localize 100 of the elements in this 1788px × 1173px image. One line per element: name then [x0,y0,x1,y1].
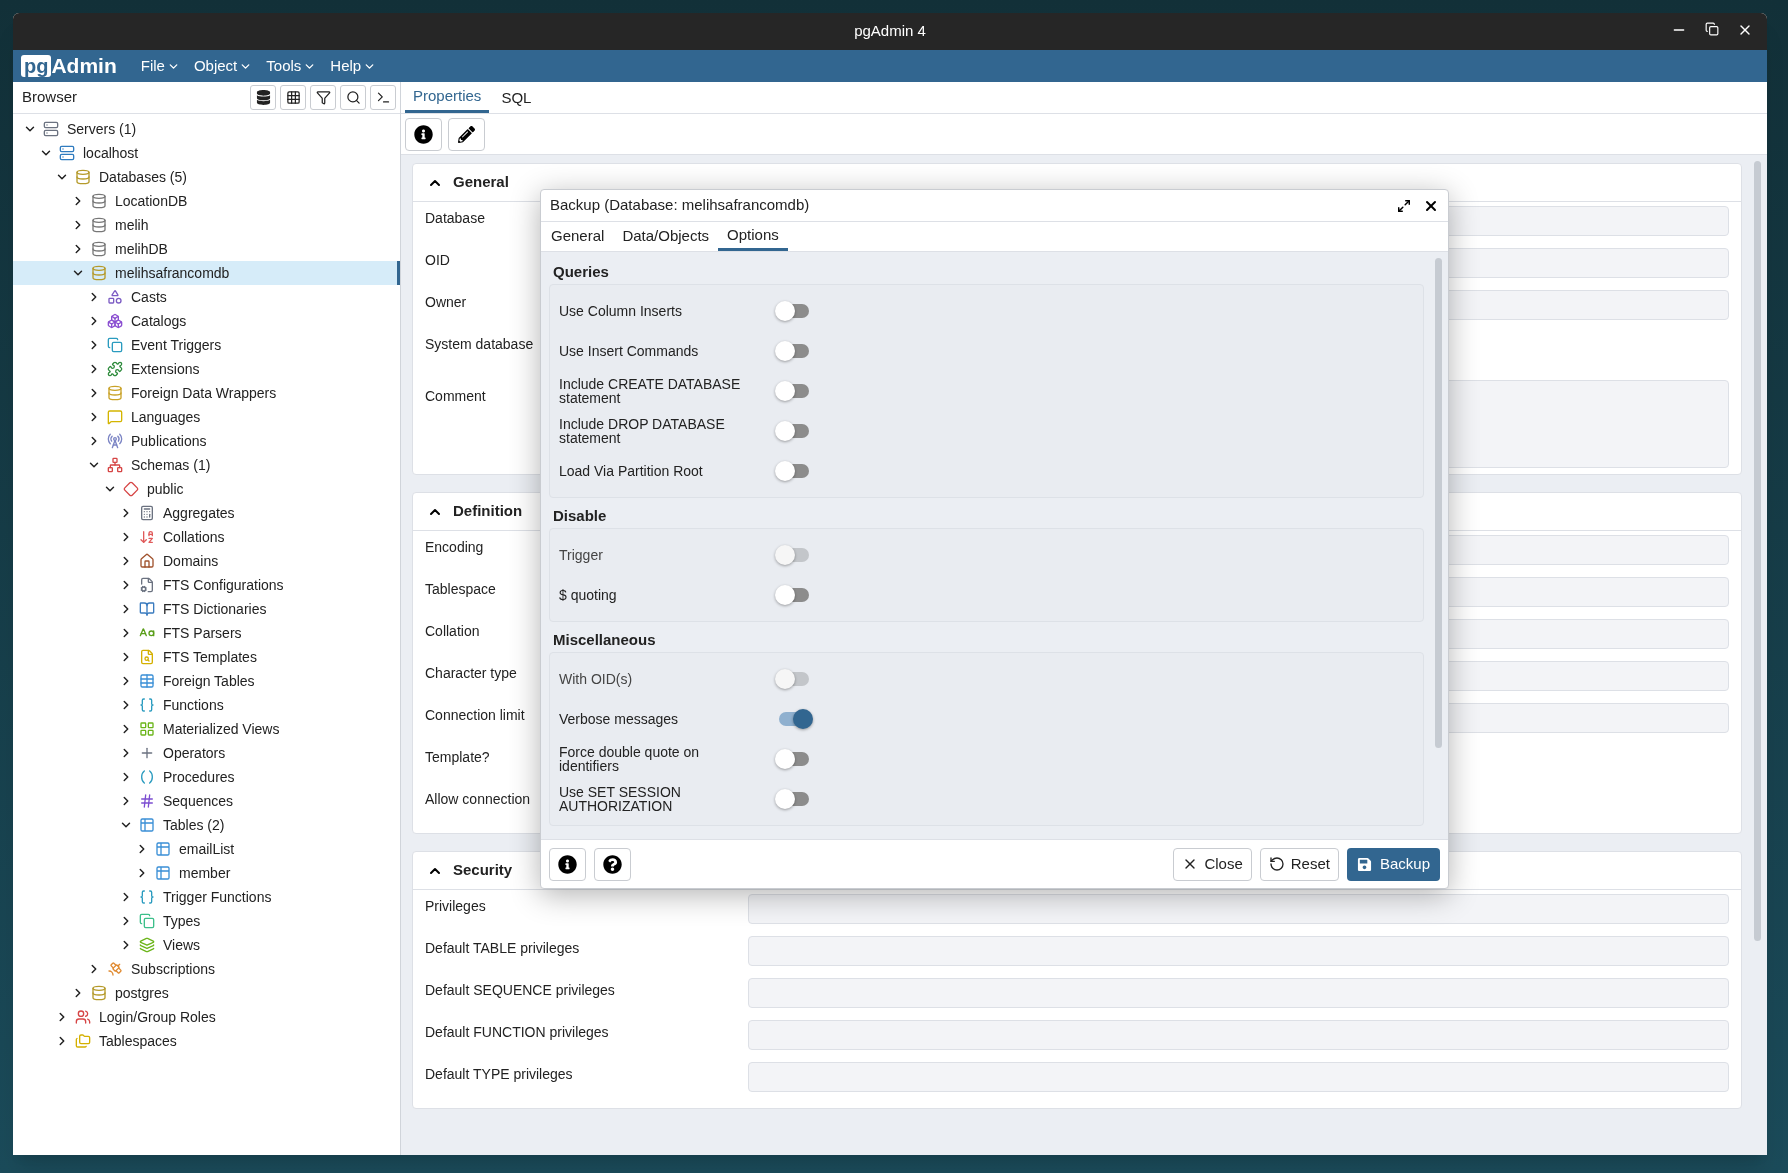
search-icon-button[interactable] [340,85,366,110]
option-label: Include DROP DATABASE statement [559,417,726,445]
tab[interactable]: Properties [405,83,490,113]
input-field[interactable] [748,1020,1729,1050]
help-button[interactable] [594,847,631,881]
tree-item[interactable]: FTS Templates [13,645,400,669]
tree-item[interactable]: localhost [13,141,400,165]
tree-item[interactable]: Procedures [13,765,400,789]
group-title: Miscellaneous [553,631,656,648]
reset-button[interactable]: Reset [1259,847,1339,881]
tree-item[interactable]: melihDB [13,237,400,261]
restore-icon[interactable] [1705,22,1719,36]
pencil-icon [458,125,475,143]
tree-item[interactable]: Materialized Views [13,717,400,741]
option-label: Use Column Inserts [559,304,683,318]
tree-item[interactable]: Trigger Functions [13,885,400,909]
tree-item[interactable]: member [13,861,400,885]
tree-item[interactable]: Aggregates [13,501,400,525]
input-field[interactable] [748,1062,1729,1092]
tab[interactable]: General [542,222,614,251]
info-button[interactable] [549,847,586,881]
tree-item[interactable]: melih [13,213,400,237]
menu-item[interactable]: Object [193,54,253,78]
tree-item[interactable]: Domains [13,549,400,573]
tab[interactable]: Data/Objects [613,222,719,251]
save-icon [1356,856,1372,872]
server-stack-icon [43,121,59,137]
info-icon [414,124,433,144]
tree-item[interactable]: melihsafrancomdb [13,261,400,285]
tree-item[interactable]: Foreign Tables [13,669,400,693]
satellite-icon [107,961,123,977]
tree-item[interactable]: Sequences [13,789,400,813]
option-label: $ quoting [559,588,618,602]
tree-item[interactable]: Publications [13,429,400,453]
tree-item[interactable]: FTS Parsers [13,621,400,645]
tree-item[interactable]: Types [13,909,400,933]
close-button[interactable]: Close [1173,847,1252,881]
tree-item[interactable]: Views [13,933,400,957]
table-icon-button[interactable] [280,85,306,110]
tab[interactable]: SQL [493,83,540,113]
tree-item[interactable]: Databases (5) [13,165,400,189]
expand-icon[interactable] [1397,198,1411,213]
server-icon [59,145,75,161]
tree-item[interactable]: Casts [13,285,400,309]
hash-icon [139,793,155,809]
dialog-title: Backup (Database: melihsafrancomdb) [550,195,810,216]
database-icon [107,385,123,401]
tree-item[interactable]: LocationDB [13,189,400,213]
section-title: Definition [453,501,523,522]
menu-item[interactable]: Help [330,54,377,78]
input-field[interactable] [748,978,1729,1008]
tree-item[interactable]: postgres [13,981,400,1005]
field-label: Comment [425,388,486,404]
tree-item[interactable]: emailList [13,837,400,861]
backup-button[interactable]: Backup [1346,847,1440,881]
tree-item[interactable]: FTS Configurations [13,573,400,597]
tree-item[interactable]: public [13,477,400,501]
tree-item[interactable]: Operators [13,741,400,765]
field-label: Owner [425,294,467,310]
menu-item[interactable]: Tools [266,54,317,78]
group-title: Disable [553,507,607,524]
field-label: Allow connection [425,791,531,807]
plus-icon [139,745,155,761]
input-field[interactable] [748,936,1729,966]
tree-item[interactable]: Extensions [13,357,400,381]
logo-text: Admin [51,53,117,80]
option-label: Use Insert Commands [559,344,700,358]
tree-item[interactable]: Schemas (1) [13,453,400,477]
tree-item[interactable]: Event Triggers [13,333,400,357]
pages-icon [107,337,123,353]
filter-icon-button[interactable] [310,85,336,110]
tree-item[interactable]: FTS Dictionaries [13,597,400,621]
tree-item[interactable]: Foreign Data Wrappers [13,381,400,405]
scrollbar[interactable] [1754,161,1761,941]
database-icon-button[interactable] [250,85,276,110]
tree-item[interactable]: Collations [13,525,400,549]
info-button[interactable] [405,117,442,151]
tree-item[interactable]: Subscriptions [13,957,400,981]
tree-item[interactable]: Tables (2) [13,813,400,837]
field-label: Encoding [425,539,484,555]
tree-item[interactable]: Languages [13,405,400,429]
section-title: General [453,172,509,193]
tree-item[interactable]: Functions [13,693,400,717]
edit-button[interactable] [448,117,485,151]
puzzle-icon [107,361,123,377]
table-icon [285,90,301,105]
scrollbar[interactable] [1435,258,1442,748]
input-field[interactable] [748,894,1729,924]
option-label: Load Via Partition Root [559,464,704,478]
tree-item[interactable]: Catalogs [13,309,400,333]
search-icon [345,90,361,105]
group-title: Queries [553,263,609,280]
tree-item[interactable]: Tablespaces [13,1029,400,1053]
window-title: pgAdmin 4 [854,21,926,42]
folders-icon [75,1033,91,1049]
calculator-icon [139,505,155,521]
menu-item[interactable]: File [140,54,180,78]
tree-item[interactable]: Login/Group Roles [13,1005,400,1029]
tree-item[interactable]: Servers (1) [13,117,400,141]
terminal-icon-button[interactable] [370,85,396,110]
